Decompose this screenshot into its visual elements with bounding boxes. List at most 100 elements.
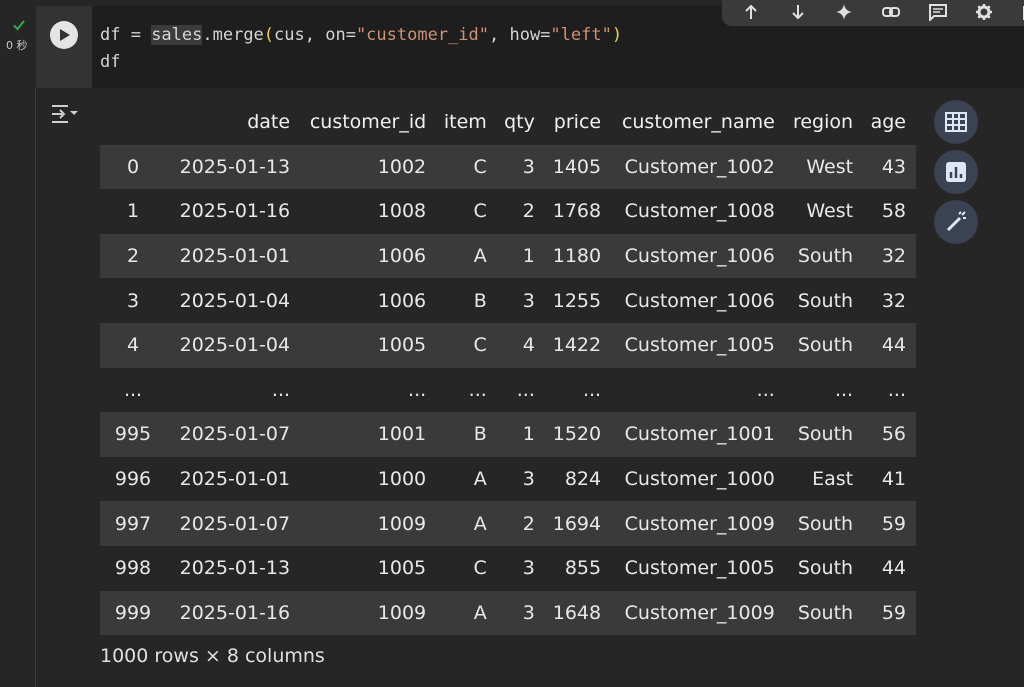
table-cell: 2025-01-01	[170, 233, 301, 279]
table-cell: 1694	[544, 501, 612, 546]
table-cell: Customer_1002	[611, 144, 785, 190]
table-cell: A	[436, 590, 497, 636]
row-index: 999	[100, 590, 170, 636]
table-row: 0 2025-01-13 1002 C 3 1405 Customer_1002…	[100, 144, 916, 190]
code-cell[interactable]: df = sales.merge(cus, on="customer_id", …	[36, 0, 1024, 88]
table-cell: Customer_1008	[611, 189, 785, 234]
code-paren: (	[263, 25, 275, 45]
magic-wand-button[interactable]	[934, 200, 978, 244]
chart-icon	[946, 162, 966, 182]
table-row: 996 2025-01-01 1000 A 3 824 Customer_100…	[100, 456, 916, 502]
code-token-highlighted: sales	[151, 25, 203, 45]
table-cell: Customer_1006	[611, 278, 785, 323]
table-cell: 1006	[300, 233, 437, 279]
row-index: ...	[100, 367, 170, 413]
table-row: 999 2025-01-16 1009 A 3 1648 Customer_10…	[100, 590, 916, 636]
table-cell: 1009	[300, 501, 437, 546]
table-cell: 855	[544, 545, 612, 591]
table-cell: 3	[496, 545, 545, 591]
table-cell: 3	[496, 144, 545, 190]
table-view-icon	[945, 112, 967, 132]
table-cell: South	[784, 233, 864, 279]
link-icon[interactable]	[880, 3, 902, 21]
column-header: date	[247, 111, 291, 134]
table-cell: South	[784, 501, 864, 546]
table-row: 1 2025-01-16 1008 C 2 1768 Customer_1008…	[100, 189, 916, 234]
table-cell: 1520	[544, 412, 612, 457]
table-cell: 56	[863, 412, 916, 457]
play-icon	[60, 29, 70, 41]
table-cell: B	[436, 278, 497, 323]
table-cell: ...	[496, 367, 545, 413]
column-header: customer_id	[309, 111, 427, 134]
open-external-icon[interactable]	[1020, 3, 1024, 21]
dataframe-table: date customer_id item qty price customer…	[100, 100, 916, 636]
column-header: item	[443, 111, 487, 134]
table-cell: 2025-01-16	[170, 189, 301, 234]
table-body: 0 2025-01-13 1002 C 3 1405 Customer_1002…	[100, 144, 916, 636]
table-cell: 4	[496, 322, 545, 368]
code-string: "left"	[550, 25, 612, 45]
check-icon	[13, 20, 25, 31]
cell-toolbar	[722, 0, 1024, 26]
table-cell: 1648	[544, 590, 612, 636]
table-cell: C	[436, 322, 497, 368]
row-index: 2	[100, 233, 170, 279]
row-index: 4	[100, 322, 170, 368]
arrow-up-icon[interactable]	[740, 3, 762, 21]
table-cell: South	[784, 412, 864, 457]
table-cell: Customer_1005	[611, 545, 785, 591]
table-cell: ...	[863, 367, 916, 413]
table-cell: 2025-01-13	[170, 144, 301, 190]
comment-icon[interactable]	[927, 3, 949, 21]
table-row: 995 2025-01-07 1001 B 1 1520 Customer_10…	[100, 412, 916, 457]
row-index: 997	[100, 501, 170, 546]
table-cell: 3	[496, 278, 545, 323]
table-cell: 59	[863, 590, 916, 636]
column-header	[100, 100, 170, 145]
table-cell: Customer_1000	[611, 456, 785, 502]
table-cell: 1405	[544, 144, 612, 190]
code-token: df =	[100, 25, 152, 45]
run-cell-button[interactable]	[50, 21, 78, 49]
table-cell: 1	[496, 412, 545, 457]
table-cell: Customer_1006	[611, 233, 785, 279]
table-cell: 59	[863, 501, 916, 546]
code-paren: )	[611, 25, 623, 45]
table-cell: B	[436, 412, 497, 457]
table-cell: 2025-01-01	[170, 456, 301, 502]
table-cell: 1008	[300, 189, 437, 234]
table-cell: 1006	[300, 278, 437, 323]
magic-wand-icon	[946, 211, 966, 232]
arrow-down-icon[interactable]	[787, 3, 809, 21]
table-cell: 1005	[300, 322, 437, 368]
row-index: 995	[100, 412, 170, 457]
table-cell: Customer_1005	[611, 322, 785, 368]
table-cell: A	[436, 456, 497, 502]
gemini-icon[interactable]	[833, 3, 855, 21]
header-row: date customer_id item qty price customer…	[100, 100, 916, 145]
table-cell: 824	[544, 456, 612, 502]
cell-gutter: 0 秒	[0, 0, 36, 687]
gear-icon[interactable]	[973, 3, 995, 21]
table-cell: South	[784, 545, 864, 591]
chart-button[interactable]	[934, 150, 978, 194]
table-cell: C	[436, 545, 497, 591]
table-row: 998 2025-01-13 1005 C 3 855 Customer_100…	[100, 545, 916, 591]
table-cell: 3	[496, 590, 545, 636]
table-cell: 41	[863, 456, 916, 502]
table-view-button[interactable]	[934, 100, 978, 144]
table-cell: 58	[863, 189, 916, 234]
gutter-divider	[35, 88, 36, 687]
table-cell: 1422	[544, 322, 612, 368]
table-cell: 1005	[300, 545, 437, 591]
code-editor[interactable]: df = sales.merge(cus, on="customer_id", …	[100, 22, 622, 76]
table-cell: South	[784, 278, 864, 323]
output-toggle-icon[interactable]	[50, 102, 78, 126]
notebook-page: 0 秒 df = sales.merge(cus, on="customer_i…	[0, 0, 1024, 687]
row-index: 1	[100, 189, 170, 234]
row-index: 998	[100, 545, 170, 591]
table-cell: ...	[300, 367, 437, 413]
code-string: "customer_id"	[355, 25, 489, 45]
table-cell: 43	[863, 144, 916, 190]
